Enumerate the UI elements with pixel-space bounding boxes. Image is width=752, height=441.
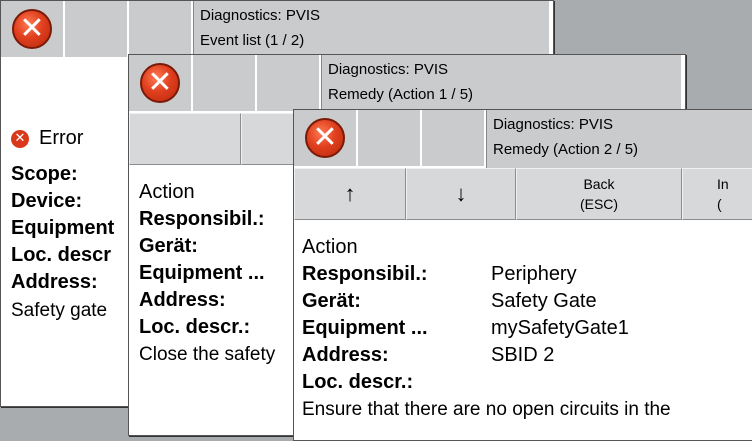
window-header: ✕ Diagnostics: PVIS Remedy (Action 2 / 5… (294, 110, 752, 168)
action-heading: Action (302, 236, 358, 258)
header-slot-2 (422, 110, 486, 168)
scroll-down-button[interactable]: ↓ (406, 168, 516, 220)
title-line-2: Remedy (Action 2 / 5) (493, 141, 639, 158)
title-line-2: Event list (1 / 2) (200, 32, 305, 49)
error-icon-cell: ✕ (294, 110, 358, 168)
field-label: Gerät: (302, 290, 361, 312)
detail-row: Address: SBID 2 (302, 342, 752, 369)
remedy-window-2: ✕ Diagnostics: PVIS Remedy (Action 2 / 5… (293, 109, 752, 441)
field-label: Loc. descr.: (139, 316, 251, 338)
back-button[interactable]: Back (ESC) (516, 168, 682, 220)
field-label: Address: (11, 271, 98, 293)
field-label: Loc. descr (11, 244, 112, 266)
header-slot-1 (193, 55, 257, 113)
detail-row: Responsibil.: Periphery (302, 261, 752, 288)
info-button[interactable]: In ( (682, 168, 752, 220)
info-button-label: In (717, 176, 729, 192)
window-title: Diagnostics: PVIS Remedy (Action 1 / 5) (321, 55, 681, 113)
window-title: Diagnostics: PVIS Event list (1 / 2) (193, 1, 549, 59)
error-icon: ✕ (140, 63, 180, 103)
header-slot-2 (129, 1, 193, 59)
header-slot-1 (358, 110, 422, 168)
error-icon-cell: ✕ (129, 55, 193, 113)
field-label: Gerät: (139, 235, 198, 257)
error-label: Error (39, 127, 84, 149)
error-icon: ✕ (305, 118, 345, 158)
back-button-label: Back (583, 176, 615, 192)
field-label: Loc. descr.: (302, 371, 414, 393)
field-value: mySafetyGate1 (491, 317, 629, 339)
button-row: ↑ ↓ Back (ESC) In ( (294, 168, 752, 220)
arrow-down-icon: ↓ (455, 181, 467, 206)
title-line-1: Diagnostics: PVIS (493, 116, 614, 133)
error-icon: ✕ (11, 129, 29, 148)
action-description: Ensure that there are no open circuits i… (302, 399, 671, 420)
field-label: Responsibil.: (139, 208, 265, 230)
title-line-1: Diagnostics: PVIS (200, 7, 321, 24)
event-description: Safety gate (11, 300, 108, 321)
detail-row: Loc. descr.: (302, 369, 752, 396)
back-button-shortcut: (ESC) (579, 196, 619, 212)
error-icon-cell: ✕ (1, 1, 65, 59)
hidden-button[interactable] (129, 113, 241, 165)
error-status: ✕ Error (11, 125, 83, 152)
field-label: Scope: (11, 163, 78, 185)
window-header: ✕ Diagnostics: PVIS Remedy (Action 1 / 5… (129, 55, 681, 113)
field-label: Address: (302, 344, 389, 366)
field-label: Responsibil.: (302, 263, 428, 285)
title-line-1: Diagnostics: PVIS (328, 61, 449, 78)
window-title: Diagnostics: PVIS Remedy (Action 2 / 5) (486, 110, 752, 168)
detail-row: Equipment ... mySafetyGate1 (302, 315, 752, 342)
field-label: Equipment ... (139, 262, 265, 284)
window-header: ✕ Diagnostics: PVIS Event list (1 / 2) (1, 1, 549, 59)
scroll-up-button[interactable]: ↑ (294, 168, 406, 220)
detail-row: Gerät: Safety Gate (302, 288, 752, 315)
field-value: Safety Gate (491, 290, 597, 312)
field-label: Equipment (11, 217, 115, 239)
field-value: SBID 2 (491, 344, 555, 366)
arrow-up-icon: ↑ (344, 181, 356, 206)
action-description: Close the safety (139, 344, 276, 365)
field-label: Equipment ... (302, 317, 428, 339)
field-value: Periphery (491, 263, 577, 285)
title-line-2: Remedy (Action 1 / 5) (328, 86, 474, 103)
info-button-shortcut: ( (717, 196, 722, 212)
header-slot-1 (65, 1, 129, 59)
header-slot-2 (257, 55, 321, 113)
action-heading: Action (139, 181, 195, 203)
error-icon: ✕ (12, 9, 52, 49)
field-label: Address: (139, 289, 226, 311)
field-label: Device: (11, 190, 83, 212)
